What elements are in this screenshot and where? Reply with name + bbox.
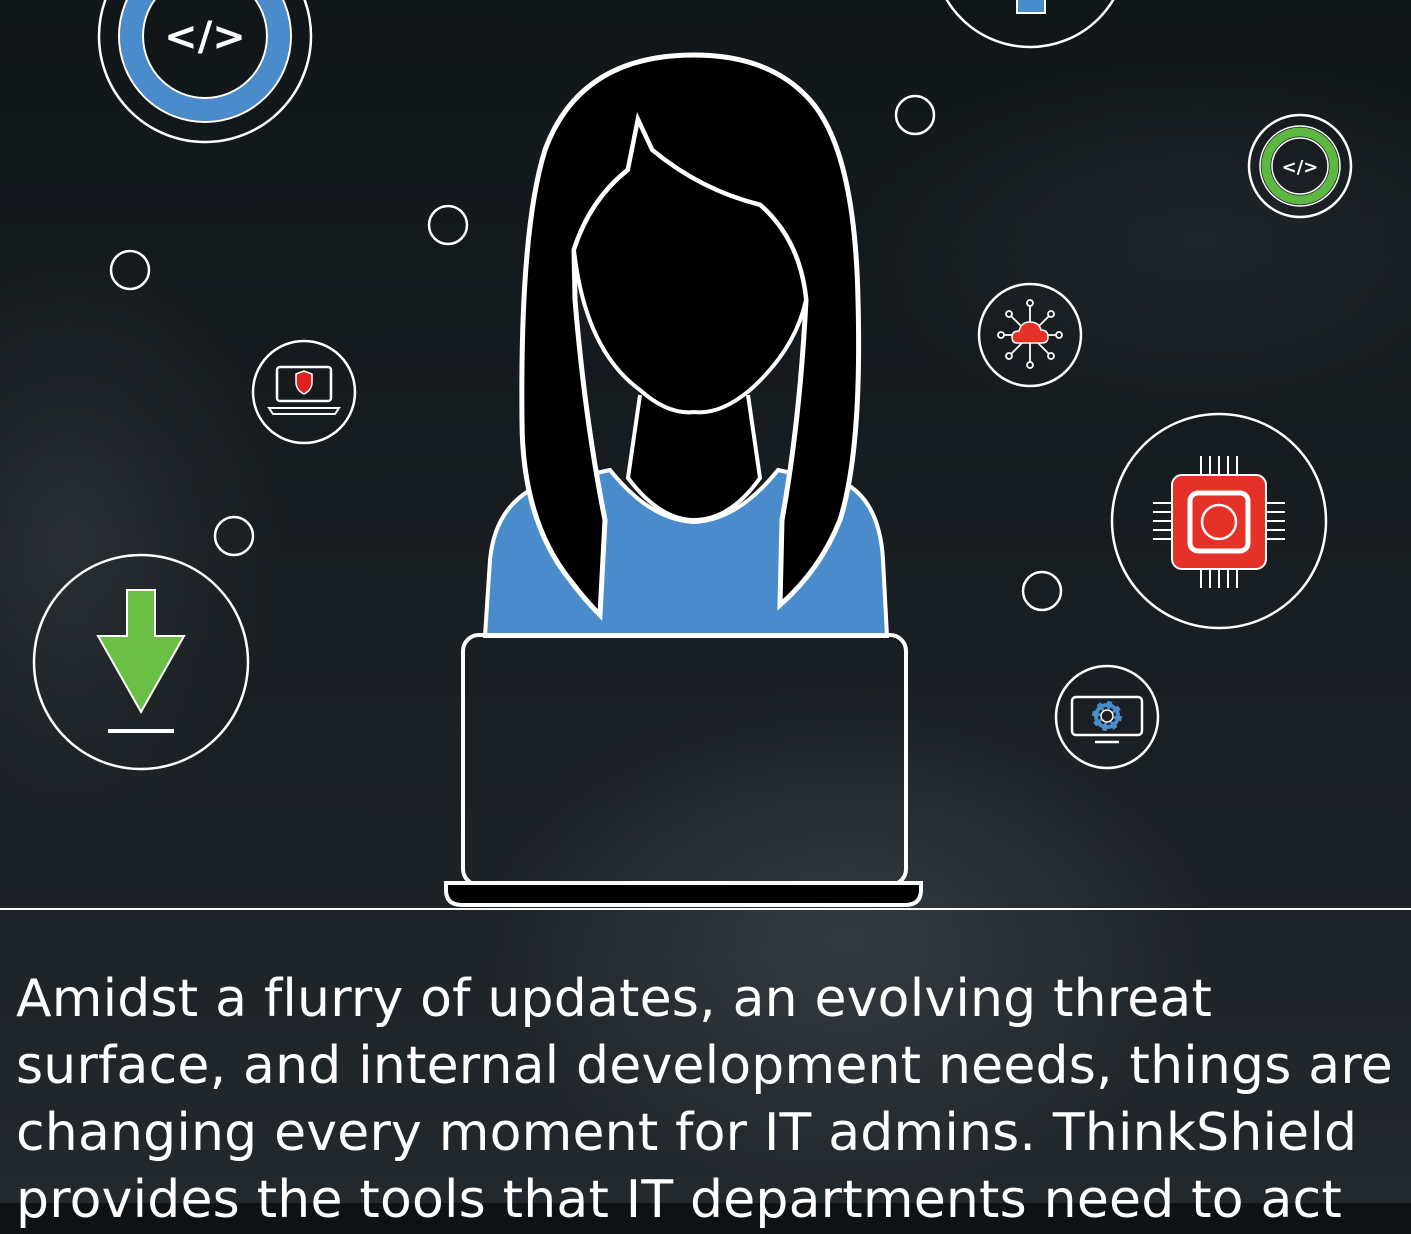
code-glyph: </> [164, 14, 246, 60]
person-figure [482, 52, 890, 638]
download-arrow-icon [32, 553, 250, 771]
monitor-gear-icon [1054, 664, 1160, 770]
cloud-network-icon [977, 282, 1083, 388]
hero-illustration: </> </> Amidst a flurry of updates, an e… [0, 0, 1411, 1230]
laptop-icon [444, 633, 923, 907]
partial-circle-icon [945, 0, 1115, 49]
laptop-shield-icon [251, 339, 357, 445]
chip-icon [1110, 412, 1328, 630]
code-glyph-small: </> [1282, 157, 1319, 178]
code-icon-small: </> [1247, 113, 1353, 219]
code-icon-large: </> [97, 0, 313, 144]
body-caption: Amidst a flurry of updates, an evolving … [16, 969, 1393, 1230]
